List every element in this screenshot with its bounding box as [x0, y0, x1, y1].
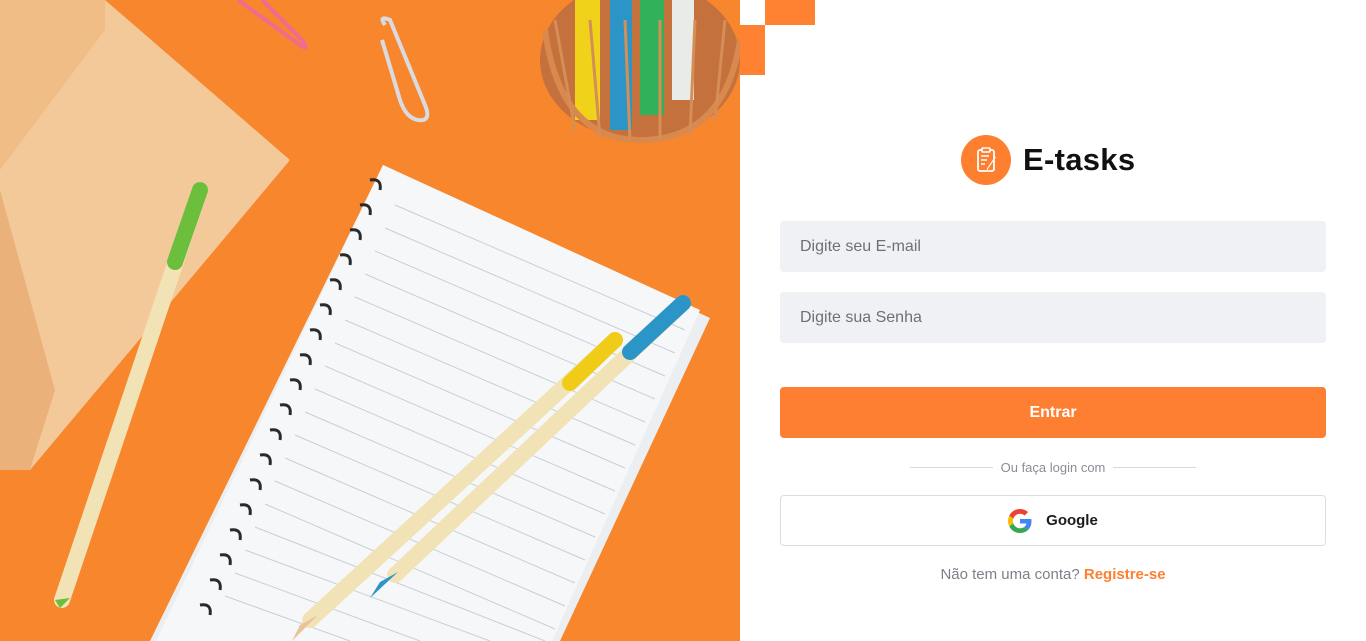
register-prompt-text: Não tem uma conta? — [940, 566, 1080, 583]
desk-illustration — [0, 0, 740, 641]
hero-image — [0, 0, 740, 641]
password-field[interactable] — [780, 292, 1326, 343]
google-login-button[interactable]: Google — [780, 495, 1326, 546]
brand-name: E-tasks — [1023, 142, 1136, 177]
login-divider: Ou faça login com — [910, 458, 1196, 476]
divider-text: Ou faça login com — [1000, 459, 1106, 475]
google-icon — [1008, 508, 1032, 533]
divider-line-right — [1113, 466, 1196, 468]
email-field[interactable] — [780, 221, 1326, 272]
register-link[interactable]: Registre-se — [1084, 566, 1166, 583]
login-panel: E-tasks Entrar Ou faça login com Google … — [780, 0, 1326, 641]
login-button[interactable]: Entrar — [780, 387, 1326, 438]
register-prompt: Não tem uma conta? Registre-se — [780, 566, 1326, 583]
clipboard-pen-icon — [961, 135, 1011, 185]
google-button-label: Google — [1046, 512, 1098, 529]
brand-header: E-tasks — [961, 135, 1135, 185]
divider-line-left — [910, 466, 993, 468]
